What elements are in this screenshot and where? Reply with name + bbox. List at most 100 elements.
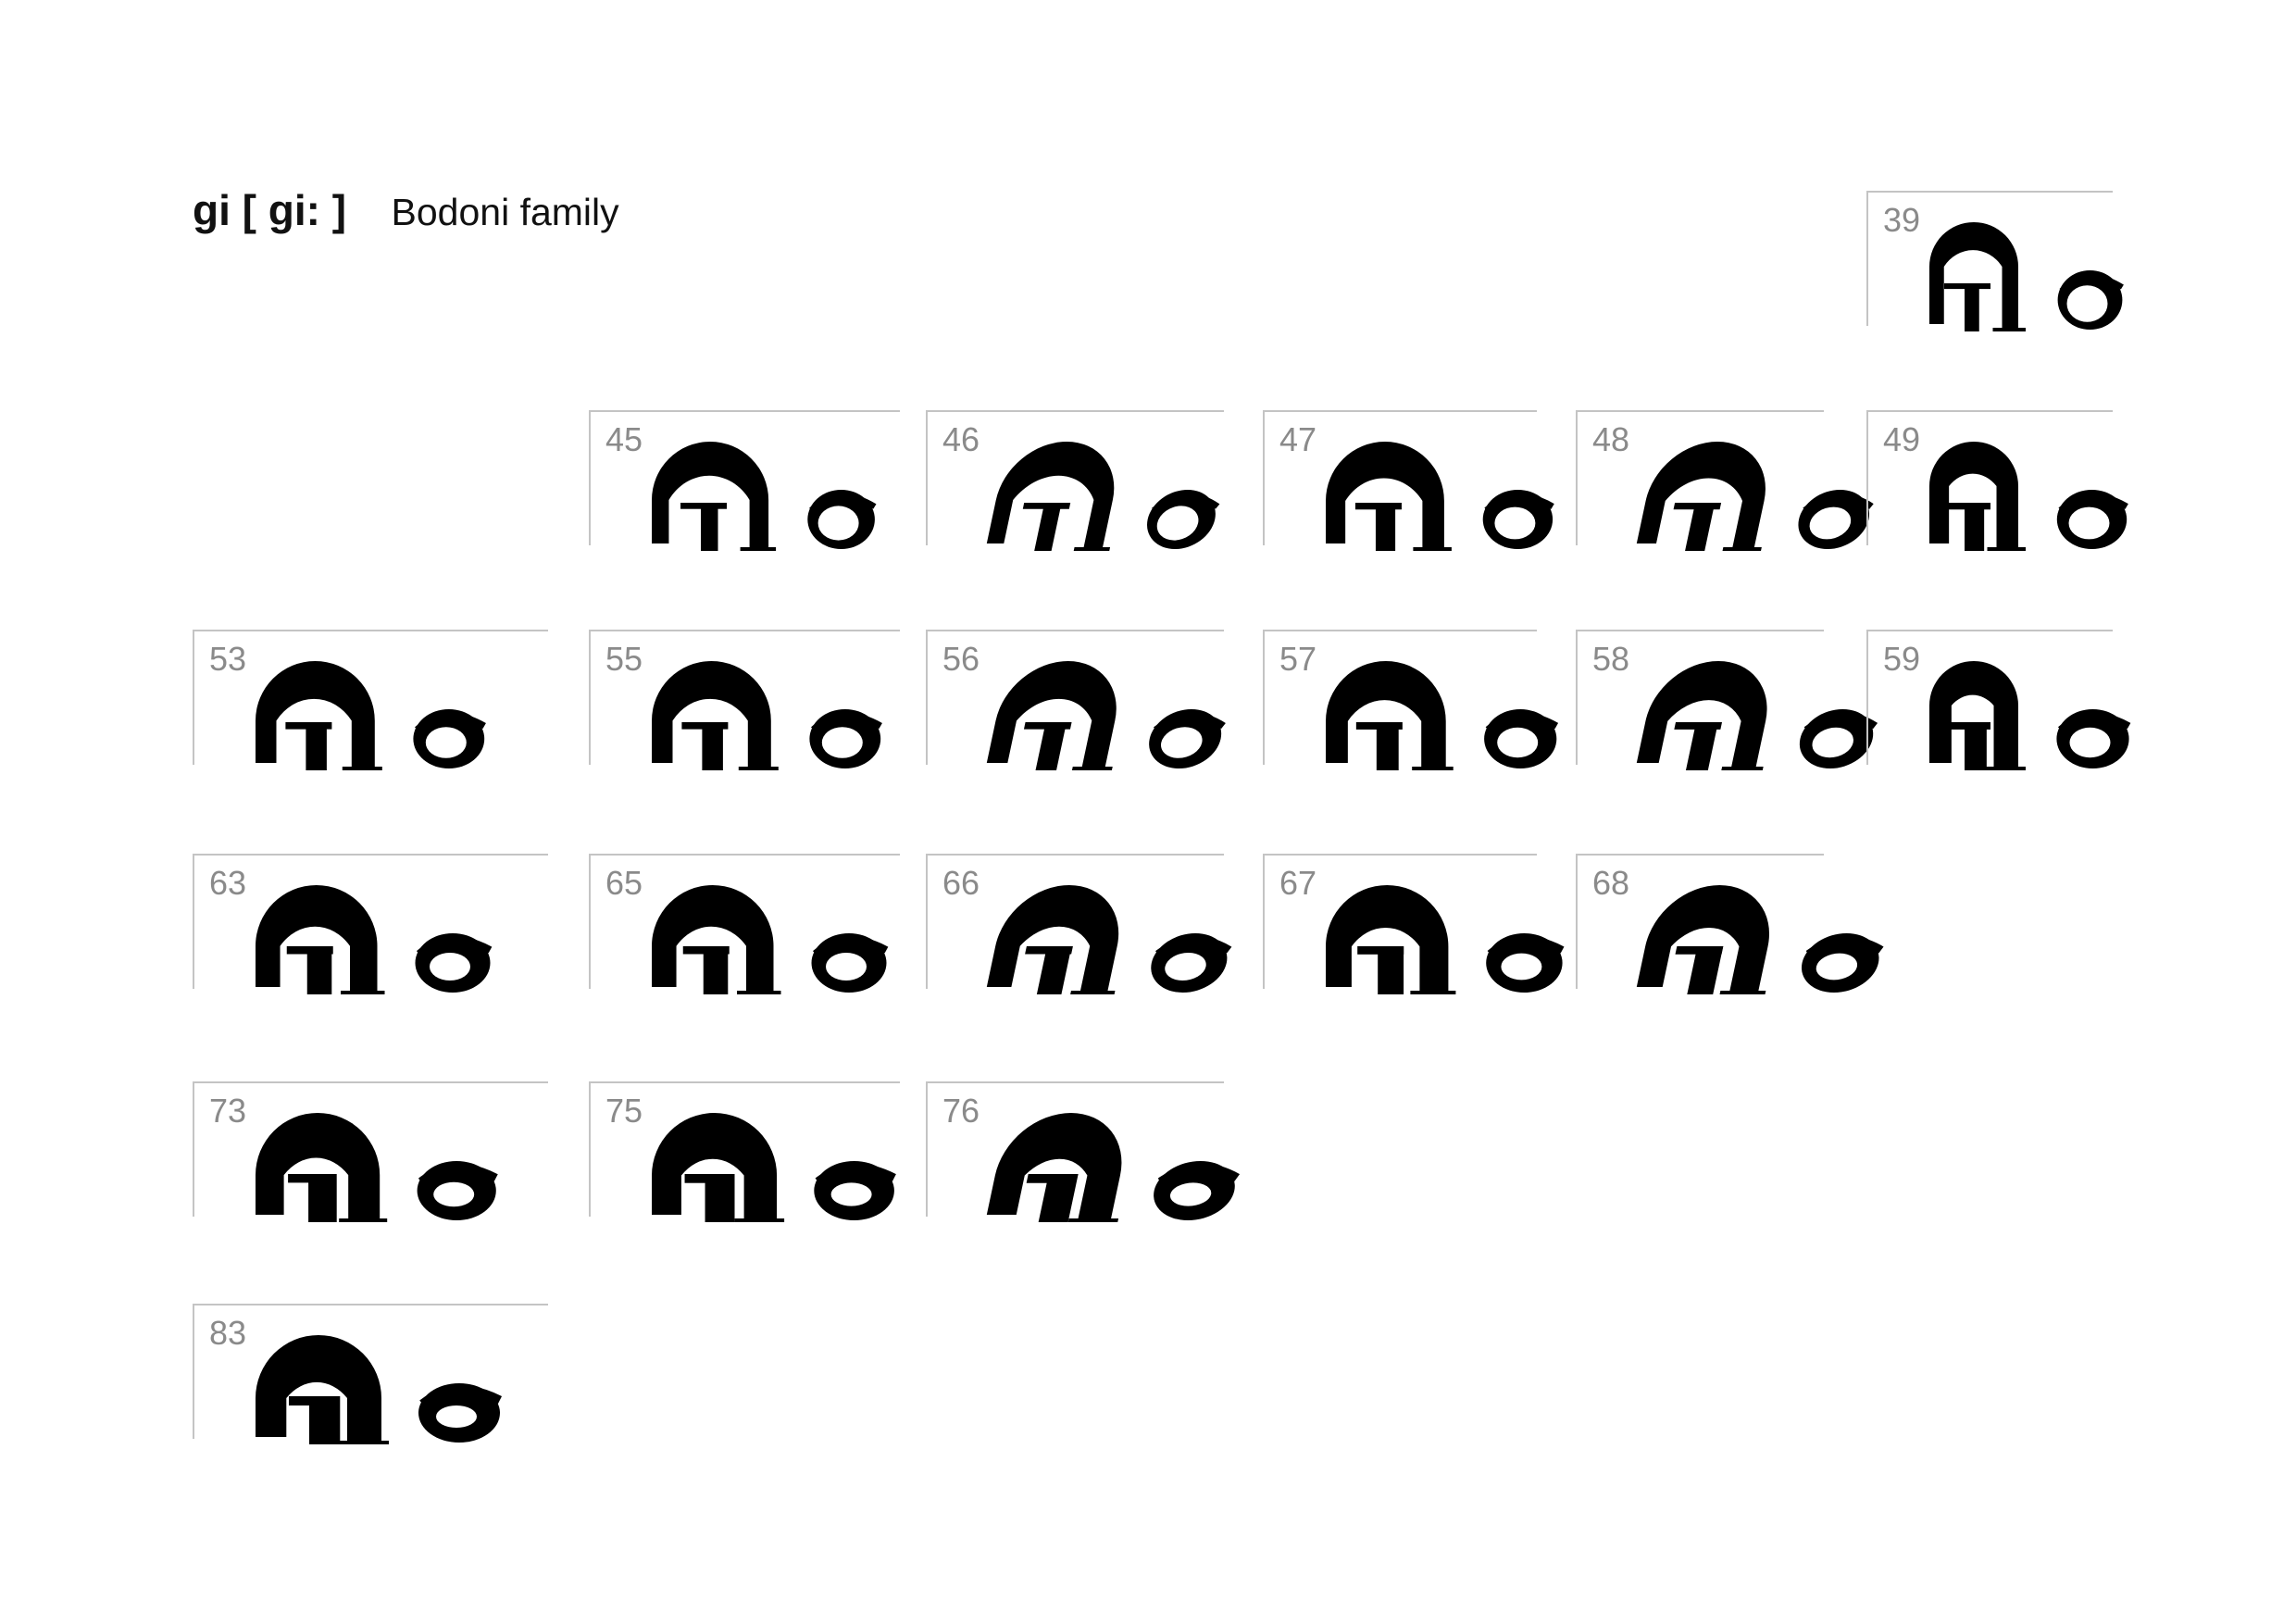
- page-title: gi [ gi: ]: [193, 186, 347, 234]
- glyph-specimen: [256, 885, 493, 994]
- glyph-inner-stem: [702, 722, 723, 770]
- glyph-inner-stem: [705, 1174, 735, 1222]
- glyph-group: [256, 661, 486, 770]
- glyph-foot-serif: [738, 767, 779, 770]
- glyph-specimen: [256, 661, 486, 770]
- glyph-curl-counter: [430, 953, 470, 981]
- specimen-cell: 67: [1263, 854, 1565, 994]
- glyph-curl-counter: [436, 1405, 477, 1428]
- glyph-foot-serif: [1070, 991, 1116, 994]
- glyph-group: [652, 885, 889, 994]
- glyph-group: [256, 885, 493, 994]
- glyph-curl-counter: [2069, 727, 2111, 758]
- glyph-specimen: [986, 885, 1232, 994]
- specimen-cell: 57: [1263, 630, 1559, 770]
- glyph-group: [1929, 661, 2131, 770]
- glyph-curl-counter: [2066, 285, 2108, 322]
- glyph-group: [652, 661, 882, 770]
- glyph-curl-counter: [817, 506, 859, 541]
- glyph-group: [652, 1113, 896, 1222]
- glyph-specimen: [986, 442, 1220, 551]
- glyph-group: [986, 661, 1226, 770]
- glyph-inner-stem: [1035, 722, 1067, 770]
- glyph-foot-serif: [1073, 547, 1111, 551]
- glyph-inner-stem: [701, 503, 718, 551]
- glyph-specimen: [256, 1335, 503, 1444]
- glyph-curl-counter: [1494, 506, 1536, 540]
- glyph-specimen: [1929, 661, 2131, 770]
- glyph-group: [256, 1113, 498, 1222]
- glyph-foot-serif: [339, 1218, 388, 1222]
- glyph-foot-serif: [740, 547, 777, 551]
- glyph-group: [652, 442, 877, 551]
- glyph-group: [1929, 222, 2124, 331]
- glyph-specimen: [256, 1113, 498, 1222]
- glyph-foot-serif: [1722, 547, 1762, 551]
- glyph-group: [986, 442, 1220, 551]
- glyph-group: [986, 885, 1232, 994]
- glyph-inner-stem: [306, 722, 327, 770]
- glyph-curl-counter: [433, 1181, 475, 1207]
- glyph-foot-serif: [737, 991, 781, 994]
- glyph-curl-counter: [826, 953, 867, 981]
- glyph-foot-serif: [1410, 991, 1456, 994]
- glyph-foot-serif: [1984, 767, 2026, 770]
- specimen-cell: 68: [1576, 854, 1884, 994]
- glyph-group: [986, 1113, 1241, 1222]
- glyph-specimen: [652, 442, 877, 551]
- glyph-inner-stem: [1375, 503, 1396, 551]
- glyph-specimen: [1326, 442, 1554, 551]
- glyph-foot-serif: [341, 991, 385, 994]
- glyph-group: [1636, 442, 1874, 551]
- glyph-inner-stem: [1034, 503, 1062, 551]
- glyph-specimen: [1636, 661, 1878, 770]
- glyph-curl-counter: [1501, 953, 1542, 981]
- specimen-cell: 66: [926, 854, 1232, 994]
- specimen-cell: 55: [589, 630, 900, 770]
- glyph-inner-stem: [1378, 946, 1404, 994]
- glyph-foot-serif: [1721, 767, 1764, 770]
- glyph-specimen: [1636, 885, 1884, 994]
- glyph-specimen: [652, 1113, 896, 1222]
- glyph-foot-serif: [734, 1218, 785, 1222]
- glyph-curl-counter: [830, 1182, 872, 1206]
- glyph-group: [1929, 442, 2128, 551]
- specimen-cell: 56: [926, 630, 1226, 770]
- specimen-cell: 45: [589, 410, 900, 551]
- glyph-foot-serif: [1413, 547, 1452, 551]
- specimen-cell: 49: [1866, 410, 2128, 551]
- glyph-curl-counter: [425, 727, 467, 758]
- specimen-cell: 65: [589, 854, 900, 994]
- glyph-specimen: [1929, 442, 2128, 551]
- glyph-arch: [986, 442, 1115, 551]
- glyph-specimen: [1636, 442, 1874, 551]
- specimen-cell: 63: [193, 854, 548, 994]
- glyph-inner-stem: [309, 1396, 341, 1444]
- glyph-foot-serif: [1719, 991, 1766, 994]
- glyph-group: [1636, 661, 1878, 770]
- glyph-inner-stem: [1965, 722, 1987, 770]
- glyph-group: [1326, 661, 1559, 770]
- glyph-foot-serif: [338, 1441, 389, 1444]
- glyph-inner-stem: [1965, 503, 1985, 551]
- glyph-foot-serif: [342, 767, 382, 770]
- glyph-foot-serif: [1067, 1218, 1119, 1222]
- specimen-cell: 39: [1866, 191, 2124, 331]
- glyph-foot-serif: [1987, 547, 2026, 551]
- specimen-cell: 76: [926, 1081, 1241, 1222]
- specimen-cell: 47: [1263, 410, 1554, 551]
- glyph-group: [256, 1335, 503, 1444]
- page-title-row: gi [ gi: ] Bodoni family: [193, 185, 619, 250]
- glyph-group: [1326, 885, 1565, 994]
- glyph-foot-serif: [1071, 767, 1113, 770]
- glyph-specimen: [986, 1113, 1241, 1222]
- specimen-cell: 75: [589, 1081, 900, 1222]
- glyph-specimen: [1929, 222, 2124, 331]
- glyph-inner-stem: [1965, 283, 1979, 331]
- specimen-cell: 83: [193, 1304, 548, 1444]
- glyph-group: [1636, 885, 1884, 994]
- specimen-cell: 59: [1866, 630, 2131, 770]
- glyph-specimen: [1326, 661, 1559, 770]
- glyph-group: [1326, 442, 1554, 551]
- glyph-specimen: [1326, 885, 1565, 994]
